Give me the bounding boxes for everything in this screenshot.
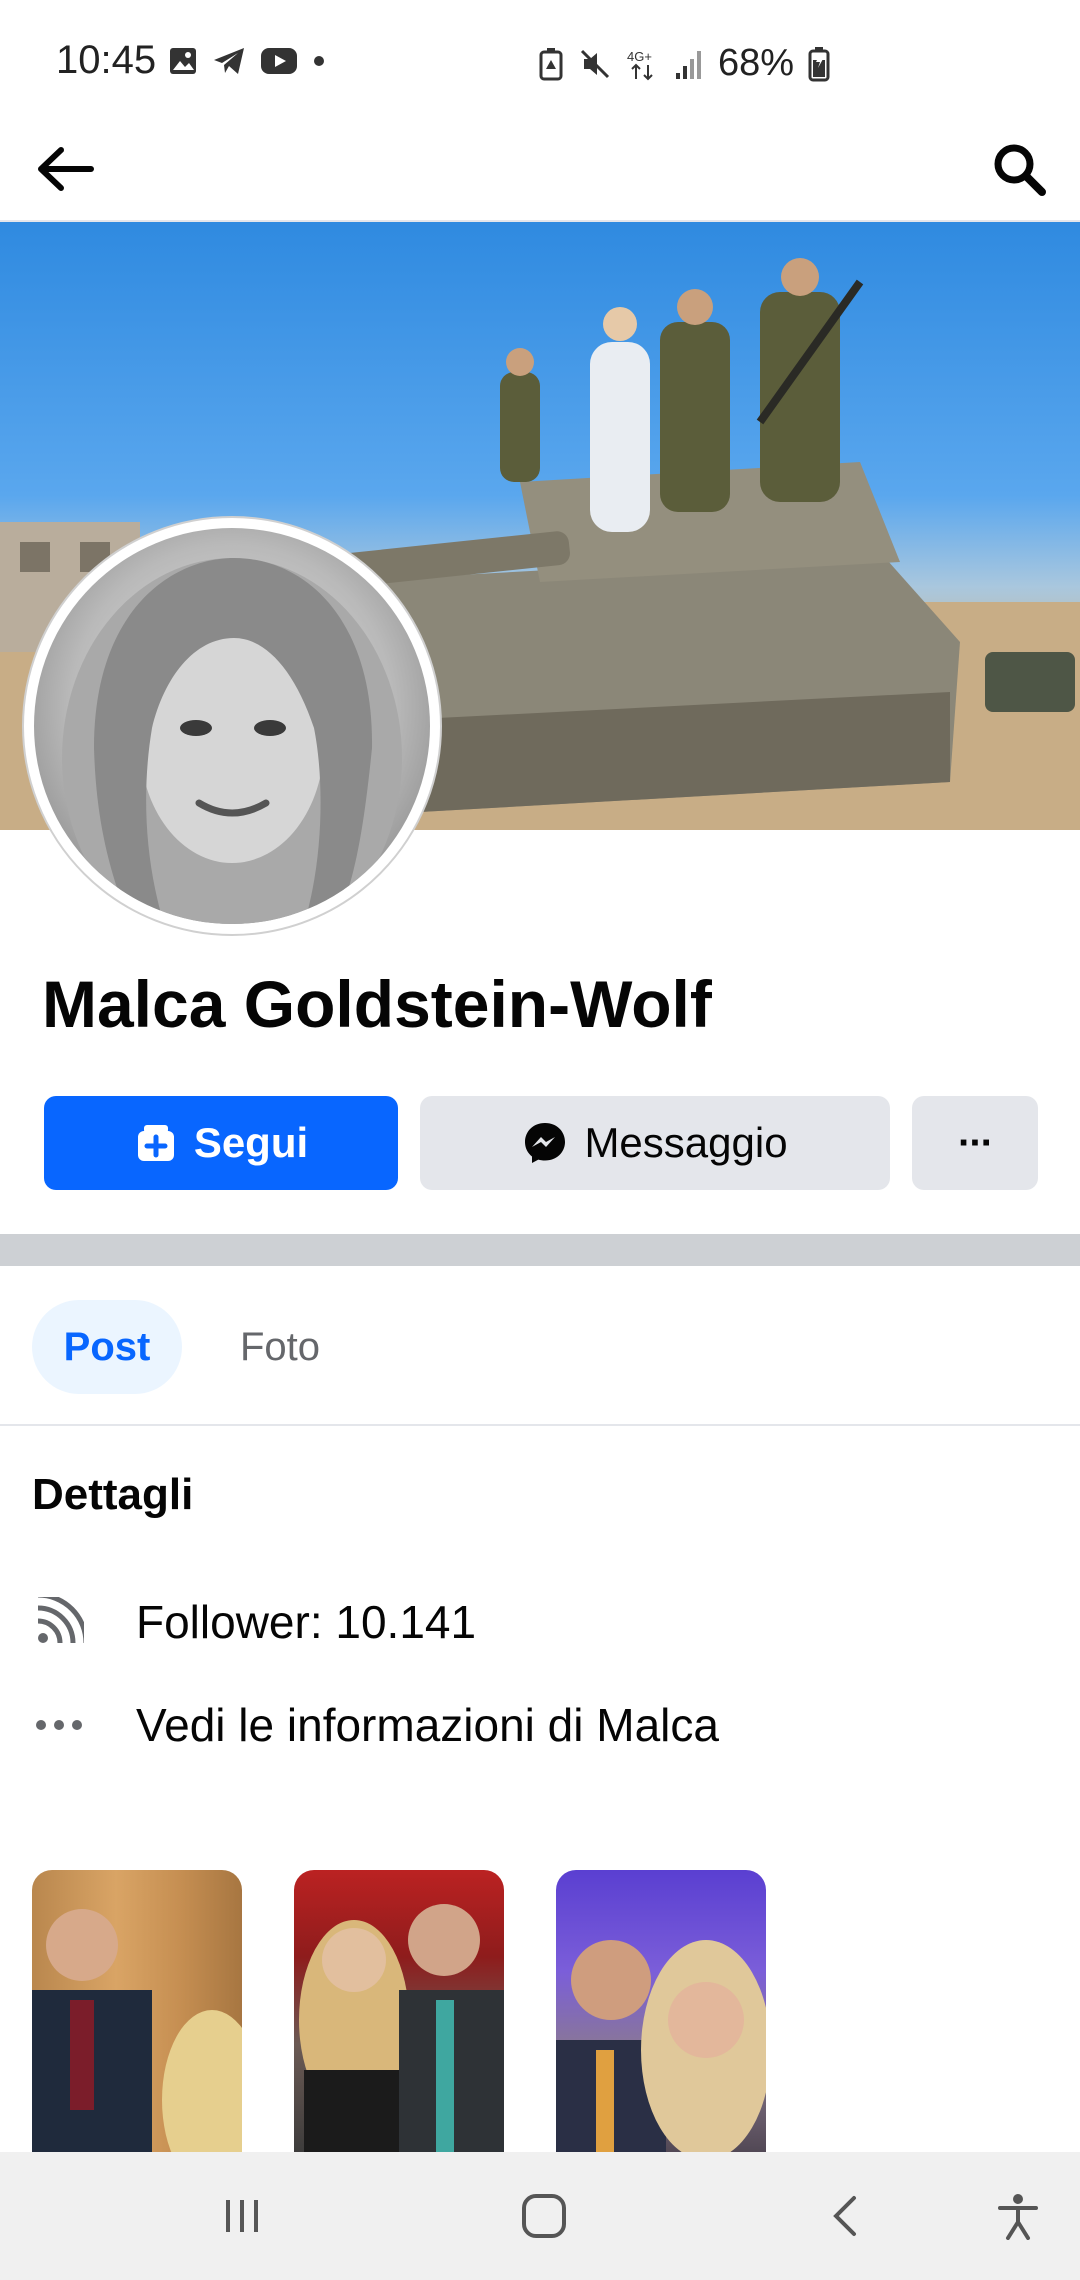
chevron-left-icon xyxy=(833,2196,856,2236)
gallery-icon xyxy=(170,48,196,74)
accessibility-button[interactable] xyxy=(978,2176,1058,2256)
section-divider xyxy=(0,1234,1080,1266)
home-icon xyxy=(522,2194,566,2238)
battery-percent: 68% xyxy=(718,42,795,84)
more-options-button[interactable]: ··· xyxy=(912,1096,1038,1190)
follow-button[interactable]: Segui xyxy=(44,1096,398,1190)
dot-icon xyxy=(314,56,324,66)
tab-foto[interactable]: Foto xyxy=(210,1300,350,1394)
ellipsis-icon xyxy=(32,1698,86,1752)
photo-thumbnail[interactable] xyxy=(294,1870,504,2160)
home-button[interactable] xyxy=(504,2176,584,2256)
youtube-icon xyxy=(261,48,297,74)
photo-thumbnail-image xyxy=(299,1904,504,2160)
tab-post[interactable]: Post xyxy=(32,1300,182,1394)
profile-avatar[interactable] xyxy=(22,516,442,936)
telegram-icon xyxy=(214,48,244,74)
profile-name: Malca Goldstein-Wolf xyxy=(42,967,712,1041)
avatar-image xyxy=(34,528,430,924)
photo-thumbnail[interactable] xyxy=(32,1870,242,2160)
system-back-button[interactable] xyxy=(806,2176,886,2256)
message-button[interactable]: Messaggio xyxy=(420,1096,890,1190)
profile-tabs: Post Foto xyxy=(0,1266,1080,1426)
rss-icon xyxy=(32,1595,86,1649)
svg-text:4G+: 4G+ xyxy=(627,49,652,64)
info-link[interactable]: Vedi le informazioni di Malca xyxy=(136,1698,719,1752)
photo-thumbnail[interactable] xyxy=(556,1870,766,2160)
followers-row: Follower: 10.141 xyxy=(32,1587,476,1657)
recent-apps-button[interactable] xyxy=(202,2176,282,2256)
photo-thumbnail-image xyxy=(556,1940,766,2160)
search-button[interactable] xyxy=(984,134,1054,204)
status-system-icons: 4G+ 68% xyxy=(538,42,830,85)
signal-icon xyxy=(676,50,701,79)
more-icon: ··· xyxy=(958,1120,994,1165)
message-label: Messaggio xyxy=(584,1119,788,1166)
4g-icon: 4G+ xyxy=(627,49,653,80)
follow-icon xyxy=(137,1125,174,1161)
app-bar xyxy=(0,130,1080,222)
battery-icon xyxy=(808,46,830,81)
photo-thumbnail-image xyxy=(32,1909,242,2160)
status-time: 10:45 xyxy=(56,38,157,82)
battery-saver-icon xyxy=(539,47,563,80)
accessibility-icon xyxy=(998,2194,1038,2240)
follow-label: Segui xyxy=(193,1119,309,1166)
mute-icon xyxy=(580,49,610,78)
recent-apps-icon xyxy=(226,2200,258,2232)
back-button[interactable] xyxy=(30,134,100,204)
messenger-icon xyxy=(525,1123,566,1163)
status-notification-icons xyxy=(168,46,326,76)
details-heading: Dettagli xyxy=(32,1470,194,1519)
system-nav-bar xyxy=(0,2152,1080,2280)
avatar-portrait xyxy=(62,558,402,924)
arrow-left-icon xyxy=(38,147,94,191)
status-bar: 10:45 4G+ 68% xyxy=(0,0,1080,130)
search-icon xyxy=(994,144,1046,196)
followers-count: Follower: 10.141 xyxy=(136,1596,477,1648)
info-row[interactable]: Vedi le informazioni di Malca xyxy=(32,1690,719,1760)
